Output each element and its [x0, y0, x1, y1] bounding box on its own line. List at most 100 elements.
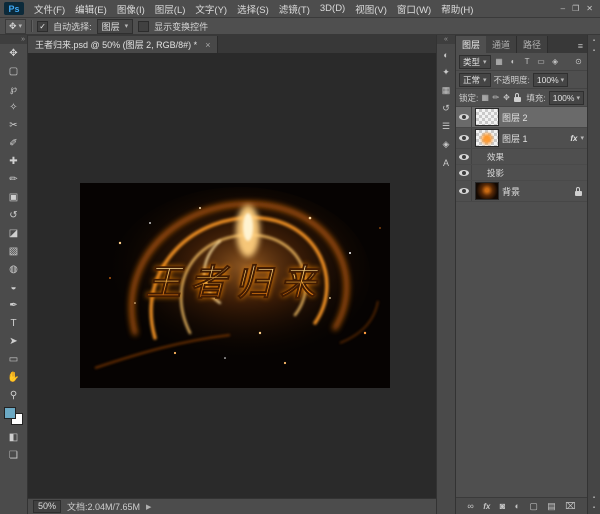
filter-kind-dropdown[interactable]: 类型 ▾ — [459, 55, 491, 69]
document-tab[interactable]: 王者归来.psd @ 50% (图层 2, RGB/8#) * × — [28, 36, 218, 53]
quick-mask-button[interactable]: ◧ — [2, 428, 25, 446]
dock-panel-icon[interactable]: ▪ — [593, 495, 595, 501]
filter-shape-layers-icon[interactable]: ▭ — [536, 57, 547, 66]
close-button[interactable]: ✕ — [586, 4, 593, 13]
swatches-panel-icon[interactable]: ▦ — [438, 83, 454, 98]
filter-type-layers-icon[interactable]: T — [522, 57, 533, 66]
filter-pixel-layers-icon[interactable]: ▦ — [494, 57, 505, 66]
visibility-toggle[interactable] — [456, 128, 472, 148]
fx-collapse-icon[interactable]: ▾ — [580, 134, 584, 142]
dock-panel-icon[interactable]: ▪ — [593, 48, 595, 54]
lasso-tool[interactable]: ℘ — [2, 80, 25, 98]
layer-thumbnail[interactable] — [475, 108, 499, 126]
opacity-dropdown[interactable]: 100% ▾ — [533, 73, 568, 87]
properties-panel-icon[interactable]: ☰ — [438, 119, 454, 134]
zoom-tool[interactable]: ⚲ — [2, 386, 25, 404]
auto-select-target-dropdown[interactable]: 图层 ▾ — [97, 19, 134, 34]
auto-select-checkbox[interactable]: ✓ — [37, 21, 48, 32]
minimize-button[interactable]: – — [561, 4, 565, 13]
menu-item-layer[interactable]: 图层(L) — [150, 2, 191, 16]
visibility-toggle[interactable] — [456, 107, 472, 127]
visibility-toggle[interactable] — [456, 181, 472, 201]
menu-item-select[interactable]: 选择(S) — [232, 2, 274, 16]
visibility-toggle[interactable] — [456, 149, 472, 164]
blend-mode-dropdown[interactable]: 正常 ▾ — [459, 73, 491, 87]
canvas-area[interactable]: 王者归来 王者归来 — [28, 53, 436, 498]
menu-item-edit[interactable]: 编辑(E) — [70, 2, 112, 16]
lock-position-icon[interactable]: ✥ — [503, 93, 511, 102]
menu-item-file[interactable]: 文件(F) — [29, 2, 70, 16]
adjustments-panel-icon[interactable]: ◐ — [438, 47, 454, 62]
move-tool[interactable]: ✥ — [2, 44, 25, 62]
info-panel-icon[interactable]: ◈ — [438, 137, 454, 152]
tab-paths[interactable]: 路径 — [517, 36, 548, 53]
dock-collapse-icon[interactable]: « — [437, 35, 455, 44]
filter-smart-objects-icon[interactable]: ◈ — [550, 57, 561, 66]
tab-layers[interactable]: 图层 — [456, 36, 486, 53]
layer-row-background[interactable]: 背景 — [456, 181, 587, 202]
menu-item-filter[interactable]: 滤镜(T) — [274, 2, 315, 16]
effect-row-drop-shadow[interactable]: 投影 — [456, 165, 587, 181]
layer-thumbnail[interactable] — [475, 129, 499, 147]
link-layers-icon[interactable]: ∞ — [467, 501, 473, 511]
marquee-tool[interactable]: ▢ — [2, 62, 25, 80]
shape-tool[interactable]: ▭ — [2, 350, 25, 368]
eyedropper-tool[interactable]: ✐ — [2, 134, 25, 152]
menu-item-view[interactable]: 视图(V) — [350, 2, 392, 16]
brush-tool[interactable]: ✏ — [2, 170, 25, 188]
healing-brush-tool[interactable]: ✚ — [2, 152, 25, 170]
path-selection-tool[interactable]: ➤ — [2, 332, 25, 350]
filter-adjustment-layers-icon[interactable]: ◐ — [508, 57, 519, 66]
screen-mode-button[interactable]: ❏ — [2, 446, 25, 464]
type-tool[interactable]: T — [2, 314, 25, 332]
visibility-toggle[interactable] — [456, 165, 472, 180]
hand-tool[interactable]: ✋ — [2, 368, 25, 386]
styles-panel-icon[interactable]: ✦ — [438, 65, 454, 80]
lock-transparent-pixels-icon[interactable]: ▦ — [481, 93, 489, 102]
layer-row-layer1[interactable]: 图层 1 fx ▾ — [456, 128, 587, 149]
layer-row-layer2[interactable]: 图层 2 — [456, 107, 587, 128]
toolbar-collapse-icon[interactable]: » — [0, 35, 27, 44]
menu-item-window[interactable]: 窗口(W) — [392, 2, 436, 16]
layer-mask-icon[interactable]: ◙ — [500, 501, 505, 511]
menu-item-image[interactable]: 图像(I) — [112, 2, 150, 16]
effect-row-effects[interactable]: 效果 — [456, 149, 587, 165]
layer-group-icon[interactable]: ▢ — [529, 501, 538, 512]
restore-button[interactable]: ❐ — [572, 4, 579, 13]
quick-selection-tool[interactable]: ✧ — [2, 98, 25, 116]
dodge-tool[interactable]: ◒ — [2, 278, 25, 296]
layer-thumbnail[interactable] — [475, 182, 499, 200]
menu-item-type[interactable]: 文字(Y) — [190, 2, 232, 16]
crop-tool[interactable]: ✂ — [2, 116, 25, 134]
lock-all-icon[interactable] — [513, 93, 521, 102]
character-panel-icon[interactable]: A — [438, 155, 454, 170]
dock-panel-icon[interactable]: ▪ — [593, 38, 595, 44]
filter-toggle-icon[interactable]: ⊙ — [573, 57, 584, 66]
dock-panel-icon[interactable]: ▪ — [593, 505, 595, 511]
gradient-tool[interactable]: ▧ — [2, 242, 25, 260]
panel-menu-icon[interactable]: ≡ — [578, 41, 587, 53]
menu-item-3d[interactable]: 3D(D) — [315, 3, 350, 14]
status-options-arrow[interactable]: ▶ — [146, 503, 151, 511]
delete-layer-icon[interactable]: ⌧ — [565, 501, 575, 512]
history-brush-tool[interactable]: ↺ — [2, 206, 25, 224]
lock-image-pixels-icon[interactable]: ✏ — [492, 93, 500, 102]
chevron-down-icon: ▾ — [125, 22, 129, 30]
clone-stamp-tool[interactable]: ▣ — [2, 188, 25, 206]
blur-tool[interactable]: ◍ — [2, 260, 25, 278]
new-layer-icon[interactable]: ▤ — [547, 501, 556, 512]
menu-item-help[interactable]: 帮助(H) — [436, 2, 478, 16]
zoom-level-field[interactable]: 50% — [33, 500, 61, 513]
eraser-tool[interactable]: ◪ — [2, 224, 25, 242]
layer-fx-badge[interactable]: fx — [570, 134, 577, 143]
history-panel-icon[interactable]: ↺ — [438, 101, 454, 116]
pen-tool[interactable]: ✒ — [2, 296, 25, 314]
foreground-color-swatch[interactable] — [4, 407, 16, 419]
fill-dropdown[interactable]: 100% ▾ — [549, 91, 584, 105]
current-tool-badge[interactable]: ✥ ▾ — [5, 19, 26, 34]
tab-close-icon[interactable]: × — [205, 40, 210, 50]
adjustment-layer-icon[interactable]: ◐ — [515, 501, 520, 511]
tab-channels[interactable]: 通道 — [486, 36, 517, 53]
layer-style-icon[interactable]: fx — [483, 502, 490, 511]
show-transform-checkbox[interactable] — [138, 21, 149, 32]
